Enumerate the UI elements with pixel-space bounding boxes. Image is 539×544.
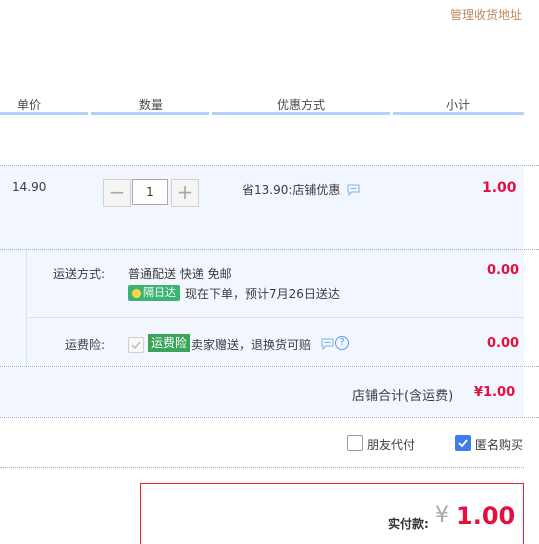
header-underline: [91, 112, 209, 115]
item-row: [0, 166, 524, 250]
payment-amount: 1.00: [456, 502, 516, 530]
header-underline: [212, 112, 390, 115]
insurance-text: 卖家赠送，退换货可赔: [191, 338, 312, 352]
friend-pay-checkbox[interactable]: [347, 435, 363, 451]
insurance-checkbox[interactable]: [128, 337, 144, 353]
anonymous-label[interactable]: 匿名购买: [475, 436, 523, 453]
shipping-label: 运送方式:: [53, 267, 106, 281]
header-underline: [0, 112, 88, 115]
qty-increase-button[interactable]: +: [171, 179, 199, 207]
divider: [26, 317, 524, 318]
quantity-input[interactable]: 1: [132, 179, 168, 205]
friend-pay-label[interactable]: 朋友代付: [367, 436, 415, 453]
anonymous-checkbox[interactable]: [455, 435, 471, 451]
header-underline: [393, 112, 524, 115]
insurance-badge: 运费险: [148, 334, 191, 352]
store-total-label: 店铺合计(含运费): [352, 389, 454, 404]
manage-address-link[interactable]: 管理收货地址: [450, 6, 522, 23]
divider: [26, 250, 27, 366]
header-unit-price: 单价: [17, 98, 42, 112]
shipping-method: 普通配送 快递 免邮: [128, 267, 232, 281]
help-icon[interactable]: ?: [335, 336, 349, 350]
next-day-badge: 隔日达: [128, 285, 180, 301]
comment-icon[interactable]: [321, 338, 334, 353]
item-price: 14.90: [12, 180, 47, 194]
header-subtotal: 小计: [446, 98, 471, 112]
currency-symbol: ¥: [435, 503, 449, 528]
delivery-estimate: 现在下单，预计7月26日送达: [185, 287, 340, 301]
item-subtotal: 1.00: [482, 180, 517, 196]
payment-label: 实付款:: [388, 517, 429, 531]
header-discount: 优惠方式: [277, 98, 326, 112]
insurance-price: 0.00: [487, 336, 520, 351]
discount-text: 省13.90:店铺优惠: [242, 183, 341, 197]
shipping-price: 0.00: [487, 263, 520, 278]
insurance-label: 运费险:: [65, 338, 106, 352]
qty-decrease-button[interactable]: −: [103, 179, 131, 207]
store-total-value: ¥1.00: [474, 385, 516, 400]
divider: [0, 417, 539, 418]
comment-icon[interactable]: [347, 184, 360, 199]
header-quantity: 数量: [139, 98, 164, 112]
divider: [0, 467, 524, 468]
